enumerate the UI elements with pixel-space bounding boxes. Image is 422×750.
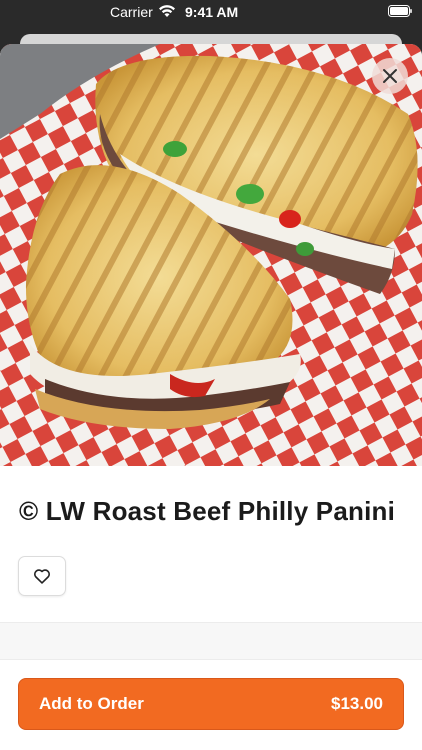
close-button[interactable] bbox=[372, 58, 408, 94]
close-icon bbox=[383, 69, 397, 83]
item-price: $13.00 bbox=[331, 694, 383, 713]
heart-icon bbox=[34, 569, 50, 584]
add-to-order-label: Add to Order bbox=[39, 694, 144, 713]
sandwich-photo bbox=[0, 44, 422, 466]
add-to-order-button[interactable]: Add to Order $13.00 bbox=[18, 678, 404, 730]
item-title: © LW Roast Beef Philly Panini bbox=[19, 496, 396, 526]
carrier-label: Carrier bbox=[110, 4, 153, 20]
favorite-button[interactable] bbox=[18, 556, 66, 596]
battery-icon bbox=[388, 5, 412, 17]
clock-label: 9:41 AM bbox=[185, 4, 239, 20]
section-divider bbox=[0, 622, 422, 660]
app-screen: Carrier 9:41 AM © LW Roast Beef Philly P… bbox=[0, 0, 422, 750]
wifi-icon bbox=[159, 5, 175, 17]
status-bar: Carrier 9:41 AM bbox=[0, 0, 422, 24]
item-photo bbox=[0, 44, 422, 466]
item-detail-sheet: © LW Roast Beef Philly Panini Add to Ord… bbox=[0, 44, 422, 750]
